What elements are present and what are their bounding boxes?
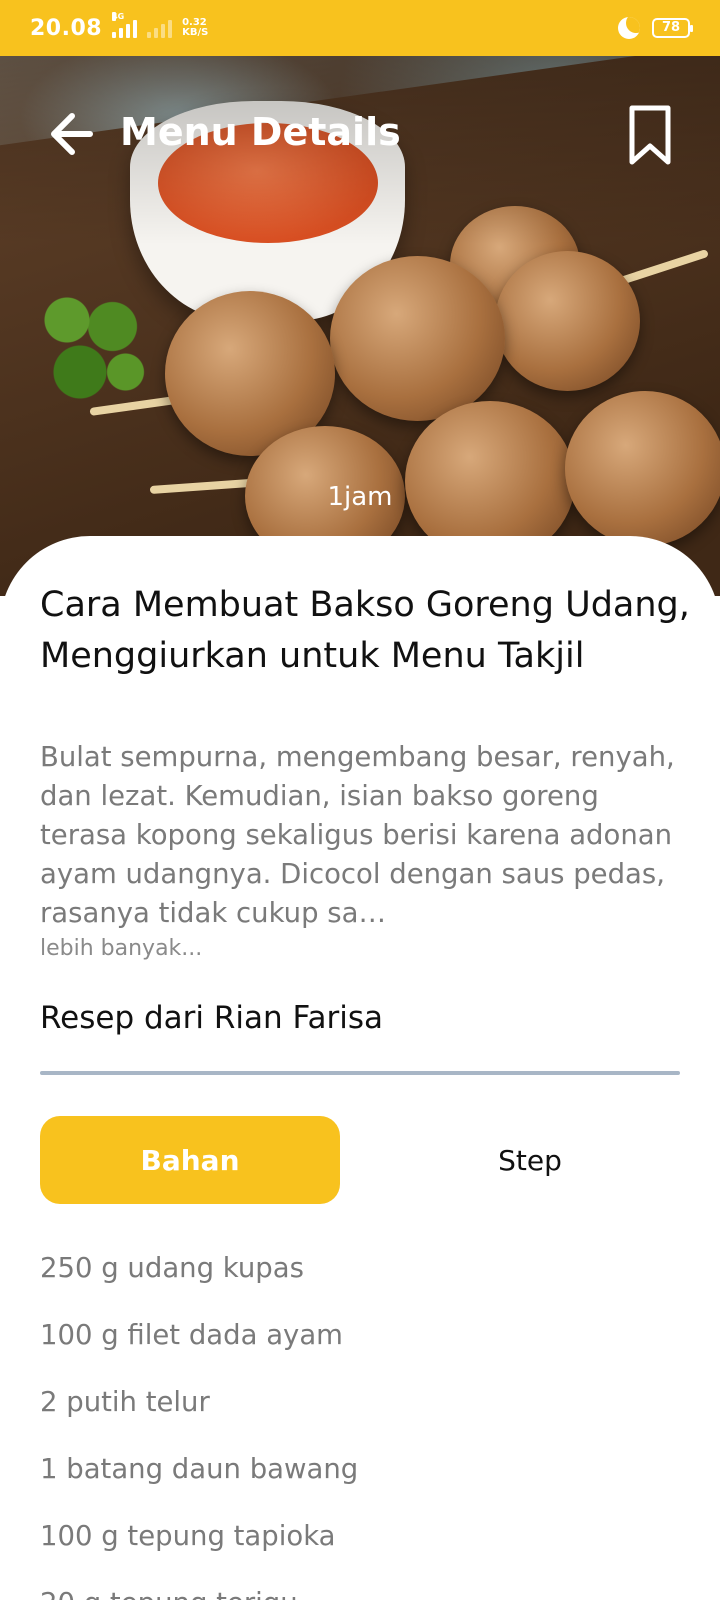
bookmark-button[interactable] (622, 102, 678, 168)
ingredient-item: 2 putih telur (40, 1386, 210, 1418)
page-title: Menu Details (120, 110, 401, 154)
battery-icon: 78 (652, 18, 693, 38)
recipe-title: Cara Membuat Bakso Goreng Udang, Menggiu… (40, 585, 690, 676)
arrow-left-icon (51, 113, 93, 155)
status-right: 78 (618, 17, 693, 39)
ingredient-item: 100 g filet dada ayam (40, 1319, 343, 1351)
tab-step[interactable]: Step (380, 1116, 680, 1204)
network-type: 4G (112, 12, 125, 21)
battery-level: 78 (661, 20, 681, 35)
ingredient-item: 20 g tepung terigu (40, 1583, 680, 1600)
ingredient-item: 250 g udang kupas (40, 1252, 304, 1284)
read-more-link[interactable]: lebih banyak... (40, 936, 202, 961)
bookmark-icon (629, 105, 671, 165)
status-left: 20.08 4G 0.32 KB/S (30, 12, 208, 41)
cooking-duration: 1jam (327, 482, 393, 512)
tab-bahan[interactable]: Bahan (40, 1116, 340, 1204)
network-speed-unit: KB/S (182, 27, 209, 38)
status-time: 20.08 (30, 15, 103, 41)
recipe-author: Resep dari Rian Farisa (40, 1000, 383, 1036)
ingredient-list: 250 g udang kupas 100 g filet dada ayam … (40, 1248, 680, 1600)
ingredient-item: 100 g tepung tapioka (40, 1520, 336, 1552)
recipe-detail-sheet: Cara Membuat Bakso Goreng Udang, Menggiu… (0, 536, 720, 1600)
app-bar: Menu Details (0, 56, 720, 206)
signal-strength-icon: 4G (112, 12, 138, 38)
signal-strength-secondary-icon (147, 18, 173, 38)
ingredient-item: 1 batang daun bawang (40, 1453, 359, 1485)
recipe-description: Bulat sempurna, mengembang besar, renyah… (40, 741, 675, 929)
network-speed: 0.32 KB/S (182, 18, 208, 38)
divider (40, 1071, 680, 1075)
back-button[interactable] (44, 106, 100, 162)
moon-icon (618, 17, 640, 39)
status-bar: 20.08 4G 0.32 KB/S 78 (0, 0, 720, 56)
